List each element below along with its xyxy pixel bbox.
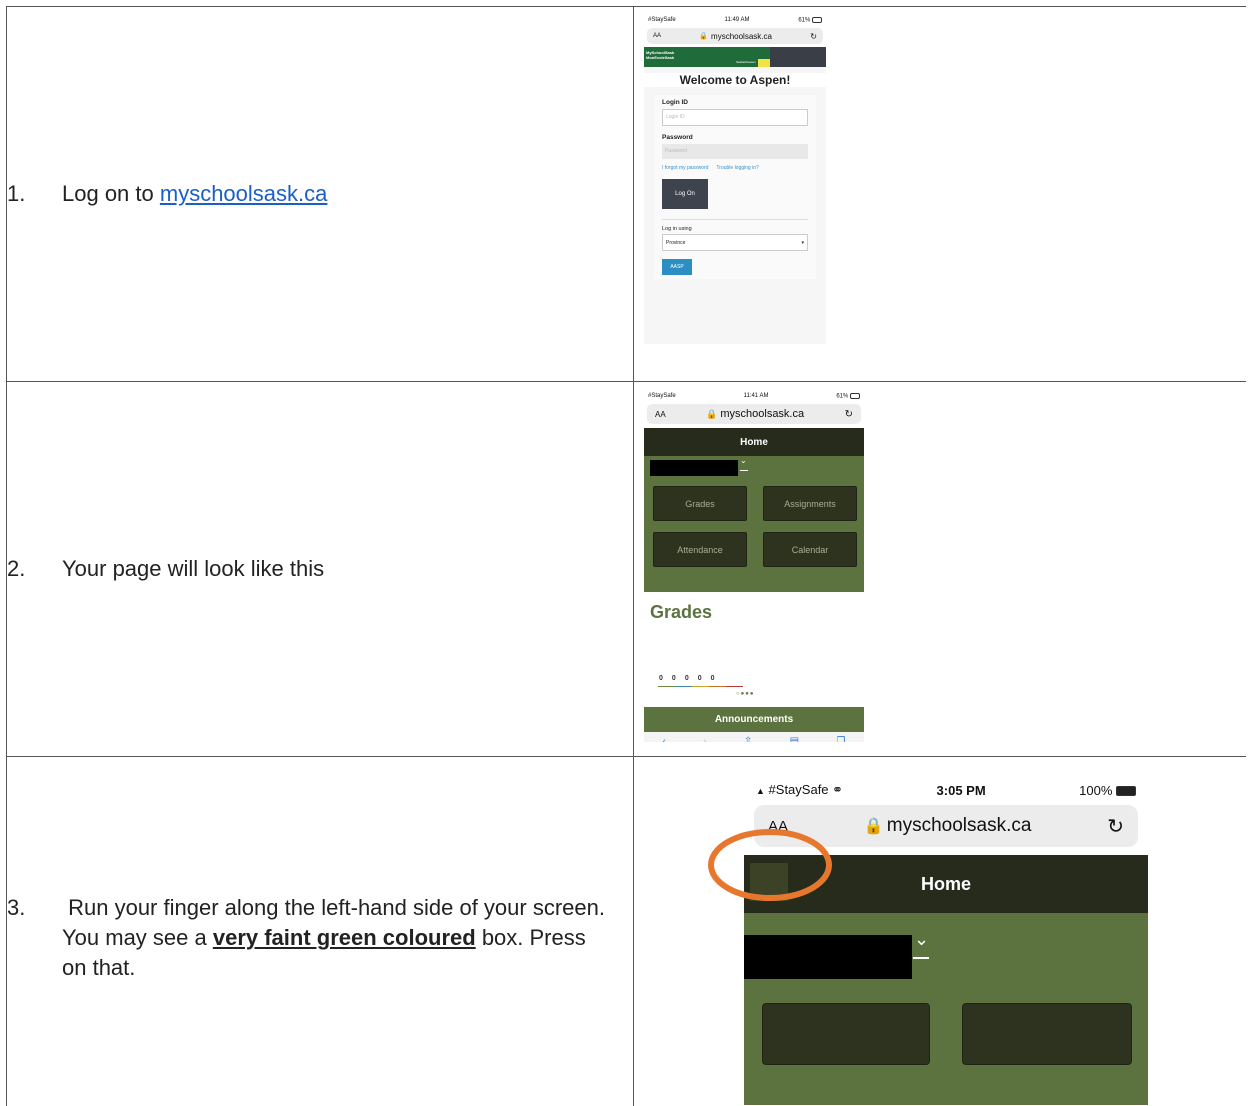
home-screenshot: #StaySafe 11:41 AM 61% AA 🔒 myschoolsask.… <box>644 390 864 742</box>
tile-assignments[interactable]: Assignments <box>763 486 857 521</box>
reload-icon[interactable]: ↻ <box>1107 814 1124 839</box>
step-number: 2. <box>7 556 26 581</box>
step-row-2: 2. Your page will look like this <box>6 381 1246 757</box>
step-3-text: 3. Run your finger along the left-hand s… <box>7 757 625 983</box>
lock-icon: 🔒 <box>699 33 709 40</box>
battery-icon <box>812 16 822 23</box>
step-text: Log on to <box>62 181 160 206</box>
forgot-password-link[interactable]: I forgot my password <box>662 165 708 171</box>
lock-icon: 🔒 <box>863 818 884 835</box>
time-label: 3:05 PM <box>936 782 986 798</box>
battery-label: 100% <box>1079 783 1136 798</box>
password-label: Password <box>662 134 693 141</box>
status-bar: #StaySafe 11:41 AM 61% <box>644 390 864 402</box>
carrier-label: ▲ #StaySafe ⚭ <box>756 782 844 797</box>
share-icon[interactable]: ⇧ <box>744 736 752 743</box>
tabs-icon[interactable]: ❐ <box>836 736 845 743</box>
url-text: myschoolsask.ca <box>711 31 772 41</box>
browser-toolbar: ‹ › ⇧ ▤ ❐ <box>644 732 864 742</box>
banner: MySchoolSask MonEcoleSask Saskatchewan <box>644 47 826 67</box>
province-option: Province <box>666 239 686 246</box>
carrier-label: #StaySafe <box>648 17 676 23</box>
status-bar: #StaySafe 11:49 AM 61% <box>644 14 826 26</box>
grade-count: 0 <box>710 675 715 682</box>
signal-icon: ▲ <box>756 786 765 796</box>
step-number: 1. <box>7 181 26 206</box>
home-dashboard: ⌄ <box>744 913 1148 1105</box>
step-1-cell: 1. Log on to myschoolsask.ca <box>6 6 634 382</box>
grades-heading: Grades <box>650 602 713 622</box>
time-label: 11:49 AM <box>724 17 750 23</box>
reload-icon[interactable]: ↻ <box>845 409 853 420</box>
step-text: Your page will look like this <box>62 556 325 581</box>
step-number: 3. <box>7 895 26 920</box>
step-1-text: 1. Log on to myschoolsask.ca <box>7 179 633 209</box>
home-dashboard: ⌄ Grades Assignments Attendance Calendar <box>644 456 864 592</box>
carousel-dots[interactable]: ○●●● <box>736 691 864 697</box>
battery-icon <box>1116 786 1136 797</box>
url-text: myschoolsask.ca <box>720 408 805 420</box>
text-size-button[interactable]: AA <box>653 33 661 39</box>
step-row-1: 1. Log on to myschoolsask.ca <box>6 6 1246 382</box>
announcements-bar[interactable]: Announcements <box>644 707 864 732</box>
tile-grades[interactable]: Grades <box>653 486 747 521</box>
grade-count: 0 <box>697 675 702 682</box>
tile-attendance[interactable]: Attendance <box>653 532 747 567</box>
time-label: 11:41 AM <box>743 393 769 399</box>
highlight-circle <box>708 829 832 901</box>
myschoolsask-link[interactable]: myschoolsask.ca <box>160 181 328 206</box>
url-bar[interactable]: AA 🔒 myschoolsask.ca ↻ <box>647 404 861 424</box>
logon-button[interactable]: Log On <box>662 179 708 209</box>
login-screenshot: #StaySafe 11:49 AM 61% AA 🔒 myschoolsask.… <box>644 14 826 344</box>
tile-top-right[interactable] <box>962 1003 1132 1065</box>
url-text: myschoolsask.ca <box>886 815 1032 836</box>
grade-count: 0 <box>671 675 676 682</box>
url-bar[interactable]: AA 🔒 myschoolsask.ca ↻ <box>647 28 823 44</box>
carrier-label: #StaySafe <box>648 393 676 399</box>
chevron-down-icon: ▾ <box>801 239 804 246</box>
status-bar: ▲ #StaySafe ⚭ 3:05 PM 100% <box>744 779 1148 801</box>
password-input[interactable]: Password <box>662 144 808 159</box>
back-icon[interactable]: ‹ <box>663 736 666 743</box>
redacted-name-block <box>744 935 912 979</box>
chevron-underline <box>913 957 929 959</box>
tile-top-left[interactable] <box>762 1003 930 1065</box>
step-2-text: 2. Your page will look like this <box>7 554 633 584</box>
battery-label: 61% <box>836 392 860 399</box>
step-3-cell: 3. Run your finger along the left-hand s… <box>6 756 634 1106</box>
login-id-input[interactable]: Login ID <box>662 109 808 126</box>
grade-color-bars <box>658 686 864 687</box>
text-size-button[interactable]: AA <box>655 410 666 419</box>
login-method-select[interactable]: Province ▾ <box>662 234 808 251</box>
step-2-cell: 2. Your page will look like this <box>6 381 634 757</box>
lock-icon: 🔒 <box>706 408 718 419</box>
forward-icon[interactable]: › <box>703 736 706 743</box>
banner-yellow-stripe <box>758 59 770 67</box>
aasp-button[interactable]: AASP <box>662 259 692 275</box>
grade-count: 0 <box>659 675 663 682</box>
tile-calendar[interactable]: Calendar <box>763 532 857 567</box>
chevron-down-icon[interactable]: ⌄ <box>740 456 747 465</box>
grade-counters: 0 0 0 0 0 <box>659 675 864 682</box>
grade-count: 0 <box>684 675 689 682</box>
chevron-down-icon[interactable]: ⌄ <box>914 929 929 950</box>
battery-label: 61% <box>798 16 822 23</box>
login-form: Login ID Login ID Password Password I fo… <box>654 95 816 279</box>
battery-icon <box>850 392 860 399</box>
banner-dark-block <box>770 47 826 67</box>
reload-icon[interactable]: ↻ <box>810 32 817 41</box>
home-header: Home <box>644 428 864 456</box>
chevron-underline <box>740 470 748 471</box>
bookmarks-icon[interactable]: ▤ <box>790 736 799 743</box>
welcome-heading: Welcome to Aspen! <box>644 73 826 87</box>
login-id-label: Login ID <box>662 99 688 106</box>
redacted-name-block <box>650 460 738 476</box>
login-using-label: Log in using <box>662 226 692 232</box>
wifi-icon: ⚭ <box>832 782 844 797</box>
banner-small-text: Saskatchewan <box>736 60 756 64</box>
step-emphasis: very faint green coloured <box>212 925 476 950</box>
home-header-title: Home <box>920 873 971 894</box>
trouble-logging-link[interactable]: Trouble logging in? <box>716 165 758 171</box>
